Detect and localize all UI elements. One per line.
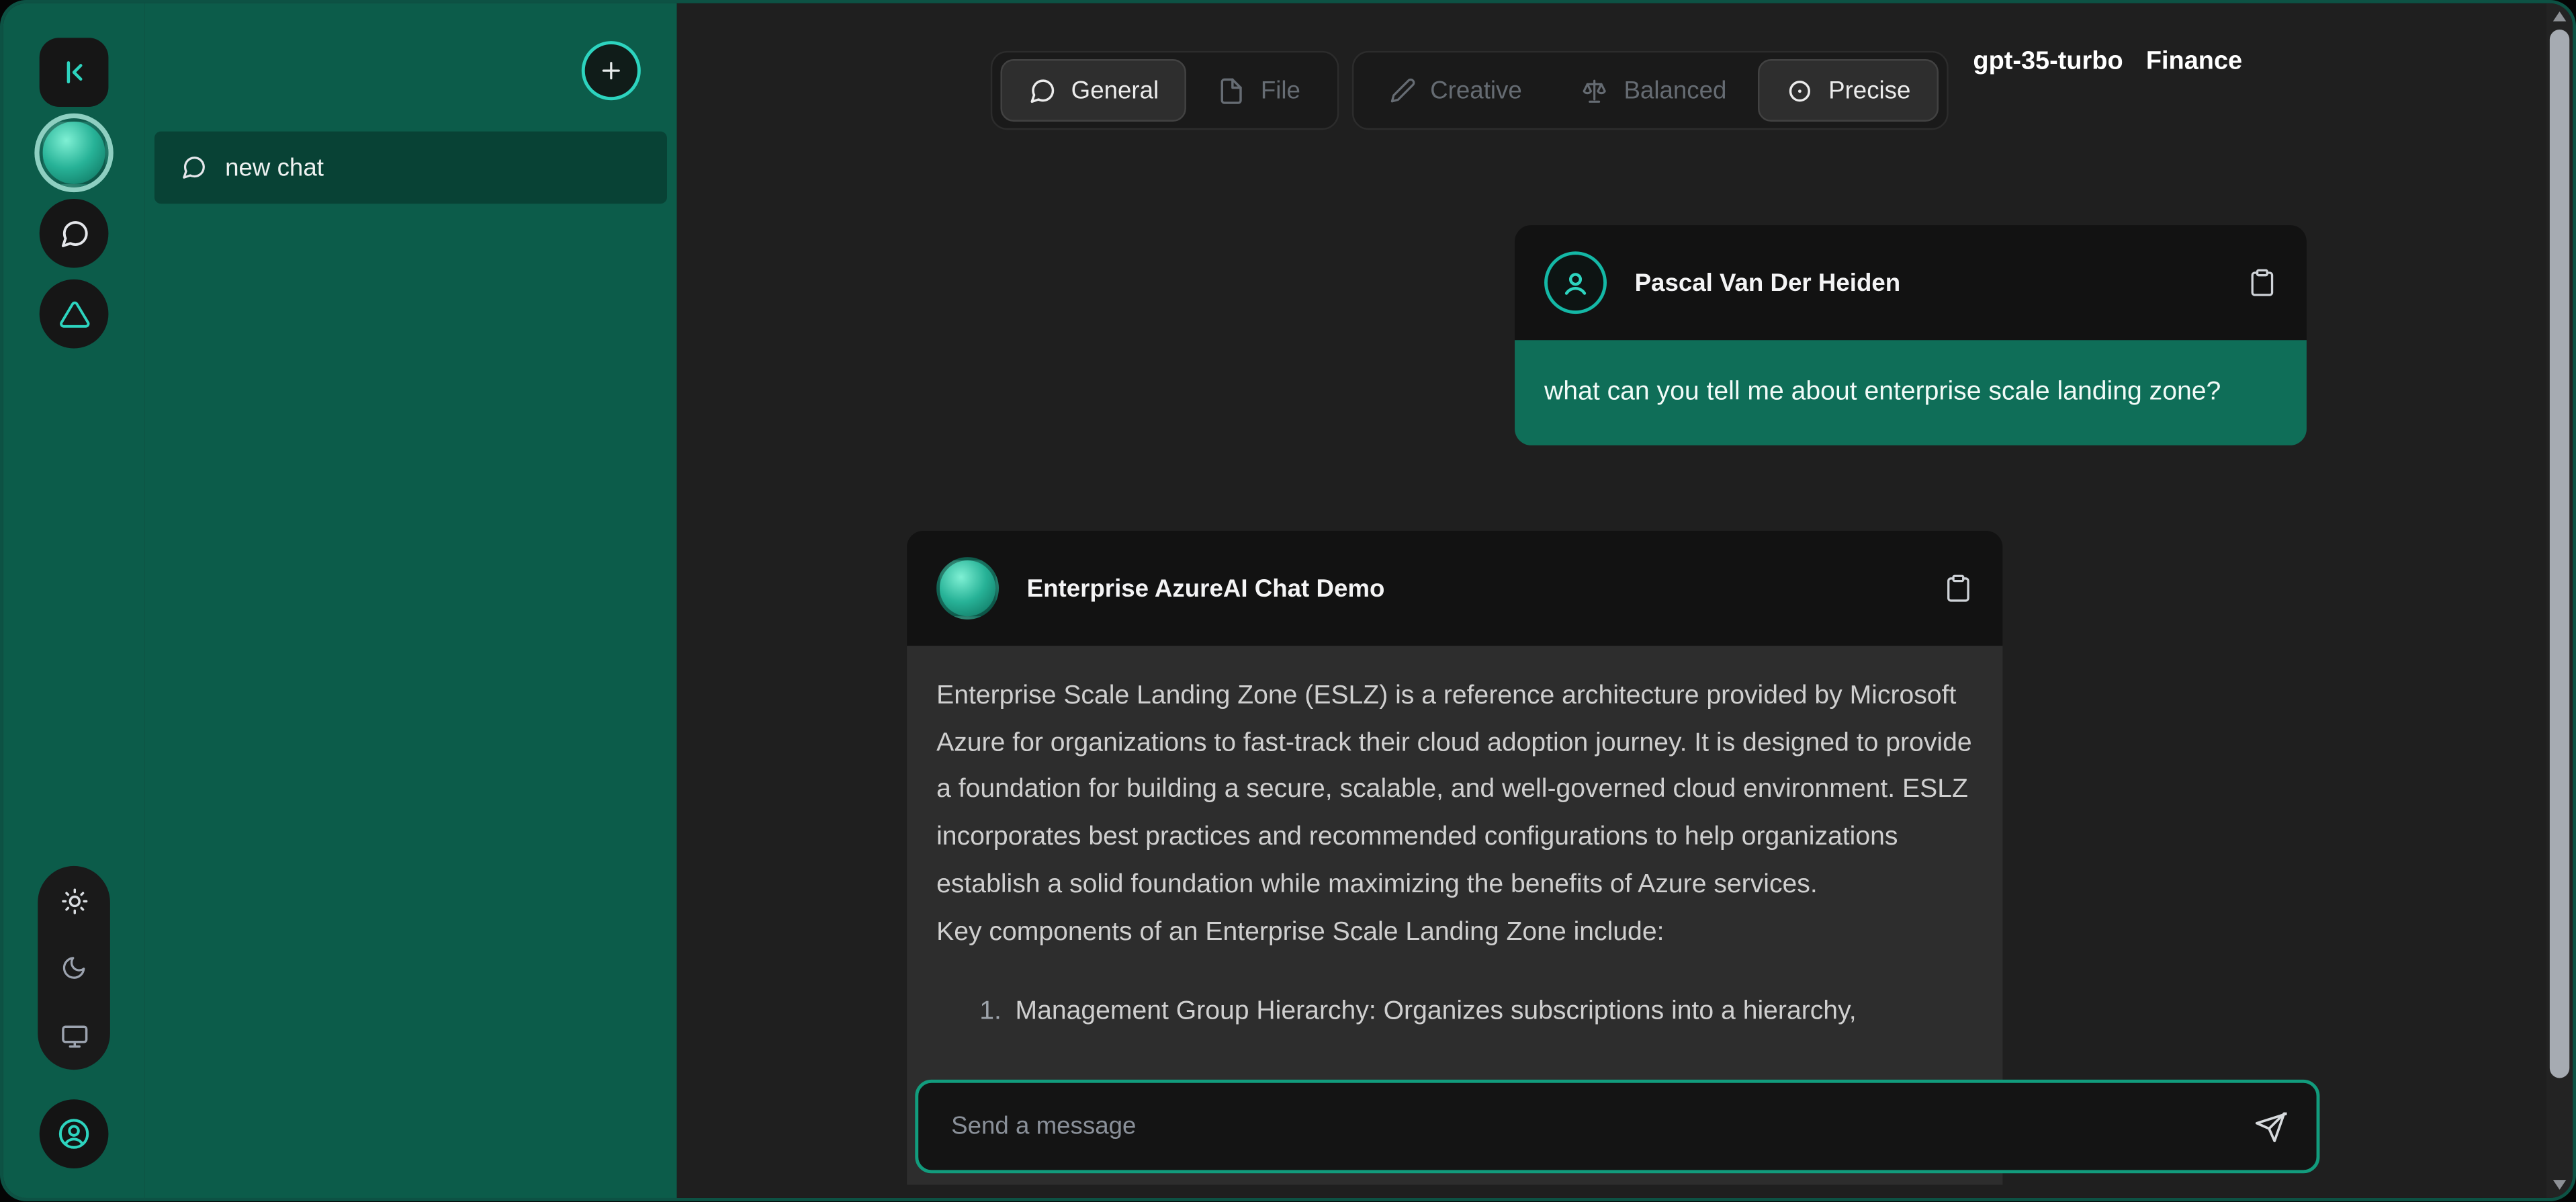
triangle-nav-button[interactable]	[39, 279, 109, 349]
tab-general[interactable]: General	[1000, 59, 1187, 122]
mode-tabs: General File Creative Balanced Precise	[990, 50, 1949, 130]
assistant-paragraph: Enterprise Scale Landing Zone (ESLZ) is …	[936, 682, 1972, 899]
mode-tab-group-style: Creative Balanced Precise	[1351, 50, 1949, 130]
chat-list-item-label: new chat	[225, 153, 324, 182]
tab-label: Creative	[1430, 76, 1522, 105]
clipboard-icon	[1943, 574, 1973, 603]
tab-label: General	[1071, 76, 1159, 105]
system-theme-button[interactable]	[54, 1016, 94, 1056]
monitor-icon	[60, 1021, 88, 1049]
assistant-list-item: Management Group Hierarchy: Organizes su…	[1009, 990, 1973, 1037]
message-input[interactable]	[948, 1111, 2235, 1142]
user-message-header: Pascal Van Der Heiden	[1515, 225, 2307, 341]
chat-bubble-icon	[181, 155, 207, 181]
chat-bubble-icon	[1028, 77, 1057, 105]
stage: new chat General File Creative Balanced …	[0, 0, 2576, 1201]
sun-icon	[60, 887, 88, 915]
chat-main: General File Creative Balanced Precise g…	[676, 3, 2546, 1198]
user-sender-name: Pascal Van Der Heiden	[1634, 268, 1901, 297]
scroll-up-icon[interactable]	[2552, 11, 2567, 22]
theme-switcher	[38, 865, 110, 1070]
tab-label: Precise	[1828, 76, 1911, 105]
assistant-avatar	[39, 118, 109, 187]
send-icon	[2254, 1110, 2287, 1143]
workspace-name: Finance	[2145, 47, 2243, 76]
dark-theme-button[interactable]	[54, 948, 94, 988]
new-chat-add-button[interactable]	[581, 41, 641, 101]
tab-label: File	[1260, 76, 1300, 105]
mode-tab-group-source: General File	[990, 50, 1339, 130]
clipboard-icon	[2248, 268, 2277, 298]
app-logo-button[interactable]	[39, 38, 109, 107]
tab-creative[interactable]: Creative	[1361, 59, 1550, 122]
chat-list-sidebar: new chat	[144, 3, 677, 1198]
pen-icon	[1389, 77, 1415, 103]
user-message-text: what can you tell me about enterprise sc…	[1515, 340, 2307, 446]
user-icon	[56, 1116, 92, 1152]
message-composer	[915, 1079, 2320, 1174]
assistant-avatar	[936, 557, 1000, 620]
tab-file[interactable]: File	[1190, 59, 1329, 122]
assistant-message-header: Enterprise AzureAI Chat Demo	[907, 530, 2003, 646]
scales-icon	[1581, 77, 1609, 105]
icon-rail	[3, 3, 145, 1198]
chat-nav-button[interactable]	[39, 198, 109, 268]
tab-label: Balanced	[1624, 76, 1727, 105]
plus-icon	[598, 58, 624, 84]
copy-message-button[interactable]	[2248, 268, 2277, 298]
target-icon	[1786, 77, 1814, 105]
model-name: gpt-35-turbo	[1973, 47, 2123, 76]
tab-balanced[interactable]: Balanced	[1553, 59, 1755, 122]
scrollbar[interactable]	[2546, 3, 2573, 1198]
file-icon	[1218, 77, 1246, 105]
screen: new chat General File Creative Balanced …	[0, 0, 2576, 1202]
user-avatar	[1544, 251, 1607, 314]
moon-icon	[60, 955, 87, 981]
account-button[interactable]	[39, 1099, 109, 1168]
scrollbar-thumb[interactable]	[2549, 30, 2570, 1078]
light-theme-button[interactable]	[54, 881, 94, 920]
triangle-icon	[58, 298, 89, 329]
assistant-sender-name: Enterprise AzureAI Chat Demo	[1026, 574, 1385, 603]
scroll-down-icon[interactable]	[2552, 1180, 2567, 1190]
app-window: new chat General File Creative Balanced …	[0, 0, 2576, 1201]
copy-message-button[interactable]	[1943, 574, 1973, 603]
active-assistant-button[interactable]	[39, 118, 109, 187]
send-button[interactable]	[2254, 1110, 2287, 1143]
assistant-subheading: Key components of an Enterprise Scale La…	[936, 918, 1664, 946]
user-message-card: Pascal Van Der Heiden what can you tell …	[1515, 225, 2307, 446]
chat-bubble-icon	[58, 218, 89, 249]
logo-icon	[58, 56, 91, 89]
tab-precise[interactable]: Precise	[1757, 59, 1939, 122]
model-info: gpt-35-turbo Finance	[1973, 48, 2242, 77]
chat-list-item[interactable]: new chat	[154, 131, 667, 204]
